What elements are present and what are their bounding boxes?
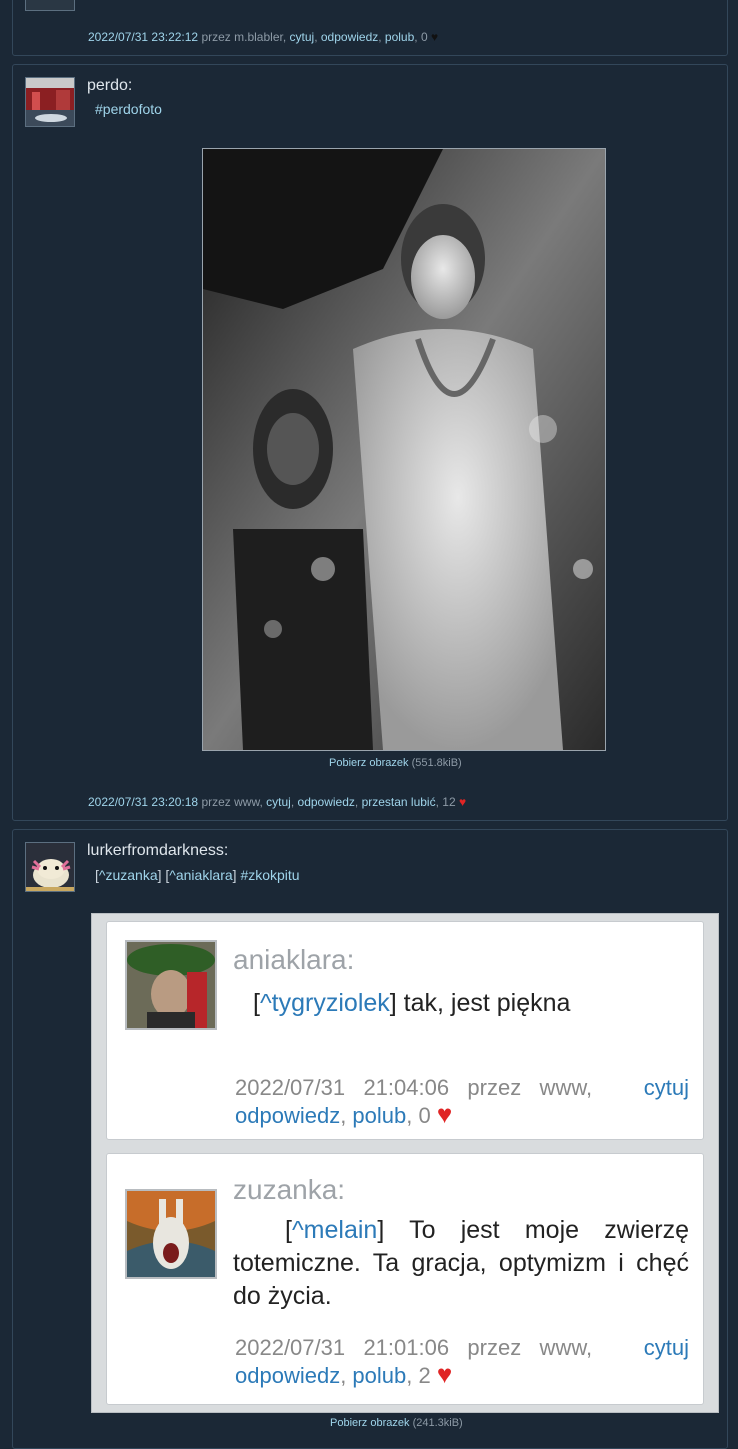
quoted-meta: 2022/07/31 21:01:06 przez www, cytuj odp… xyxy=(235,1335,689,1389)
heart-icon: ♥ xyxy=(436,1359,453,1389)
tag-link[interactable]: #zkokpitu xyxy=(240,867,299,883)
avatar-image xyxy=(26,843,74,891)
reply-link[interactable]: odpowiedz xyxy=(298,795,355,809)
unlike-link[interactable]: przestan lubić xyxy=(362,795,436,809)
heart-icon: ♥ xyxy=(436,1099,453,1129)
avatar[interactable] xyxy=(25,0,75,11)
post-tags: #perdofoto xyxy=(95,101,162,117)
post-photo[interactable] xyxy=(202,148,606,751)
quoted-text: [^melain] To jest moje zwierzę totemiczn… xyxy=(233,1216,689,1310)
quote-link[interactable]: cytuj xyxy=(290,30,315,44)
quoted-meta: 2022/07/31 21:04:06 przez www, cytuj odp… xyxy=(235,1075,689,1129)
quoted-author: zuzanka: xyxy=(233,1174,346,1205)
avatar xyxy=(125,1189,217,1279)
quoted-text: [^tygryziolek] tak, jest piękna xyxy=(253,989,571,1017)
mention-link: ^melain xyxy=(291,1216,378,1244)
post-screenshot-image[interactable]: aniaklara: [^tygryziolek] tak, jest pięk… xyxy=(91,913,719,1413)
quoted-post-card: aniaklara: [^tygryziolek] tak, jest pięk… xyxy=(106,921,704,1140)
like-count: 12 xyxy=(442,795,456,809)
post-source: m.blabler xyxy=(234,30,283,44)
heart-icon: ♥ xyxy=(458,795,467,809)
post-tags: [^zuzanka] [^aniaklara] #zkokpitu xyxy=(95,867,300,883)
download-link[interactable]: Pobierz obrazek (551.8kiB) xyxy=(329,757,462,769)
mention-link[interactable]: ^aniaklara xyxy=(169,867,232,883)
post-timestamp[interactable]: 2022/07/31 23:20:18 xyxy=(88,795,198,809)
avatar-image xyxy=(26,78,74,126)
reply-link[interactable]: odpowiedz xyxy=(321,30,378,44)
avatar[interactable] xyxy=(25,842,75,892)
avatar-image xyxy=(127,942,215,1028)
quote-link[interactable]: cytuj xyxy=(266,795,291,809)
post-author[interactable]: lurkerfromdarkness: xyxy=(87,842,228,860)
post-author[interactable]: perdo: xyxy=(87,77,132,95)
like-count: 0 xyxy=(420,30,428,44)
mention-link: ^tygryziolek xyxy=(259,989,390,1017)
mention-link[interactable]: ^zuzanka xyxy=(99,867,158,883)
download-link[interactable]: Pobierz obrazek (241.3kiB) xyxy=(330,1417,463,1429)
post-perdo: perdo: #perdofoto Pobierz obrazek (551.8… xyxy=(12,64,728,821)
photo-image xyxy=(203,149,605,750)
post-meta: 2022/07/31 23:20:18 przez www, cytuj, od… xyxy=(88,795,467,809)
quoted-author: aniaklara: xyxy=(233,944,355,975)
like-link[interactable]: polub xyxy=(385,30,414,44)
avatar-image xyxy=(127,1191,215,1277)
heart-icon: ♥ xyxy=(431,30,439,44)
quoted-post-card: zuzanka: [^melain] To jest moje zwierzę … xyxy=(106,1153,704,1405)
post-meta: 2022/07/31 23:22:12 przez m.blabler, cyt… xyxy=(88,30,439,44)
post-source: www xyxy=(234,795,260,809)
avatar xyxy=(125,940,217,1030)
post-previous: 2022/07/31 23:22:12 przez m.blabler, cyt… xyxy=(12,0,728,56)
avatar[interactable] xyxy=(25,77,75,127)
post-timestamp[interactable]: 2022/07/31 23:22:12 xyxy=(88,30,198,44)
tag-link[interactable]: #perdofoto xyxy=(95,101,162,117)
